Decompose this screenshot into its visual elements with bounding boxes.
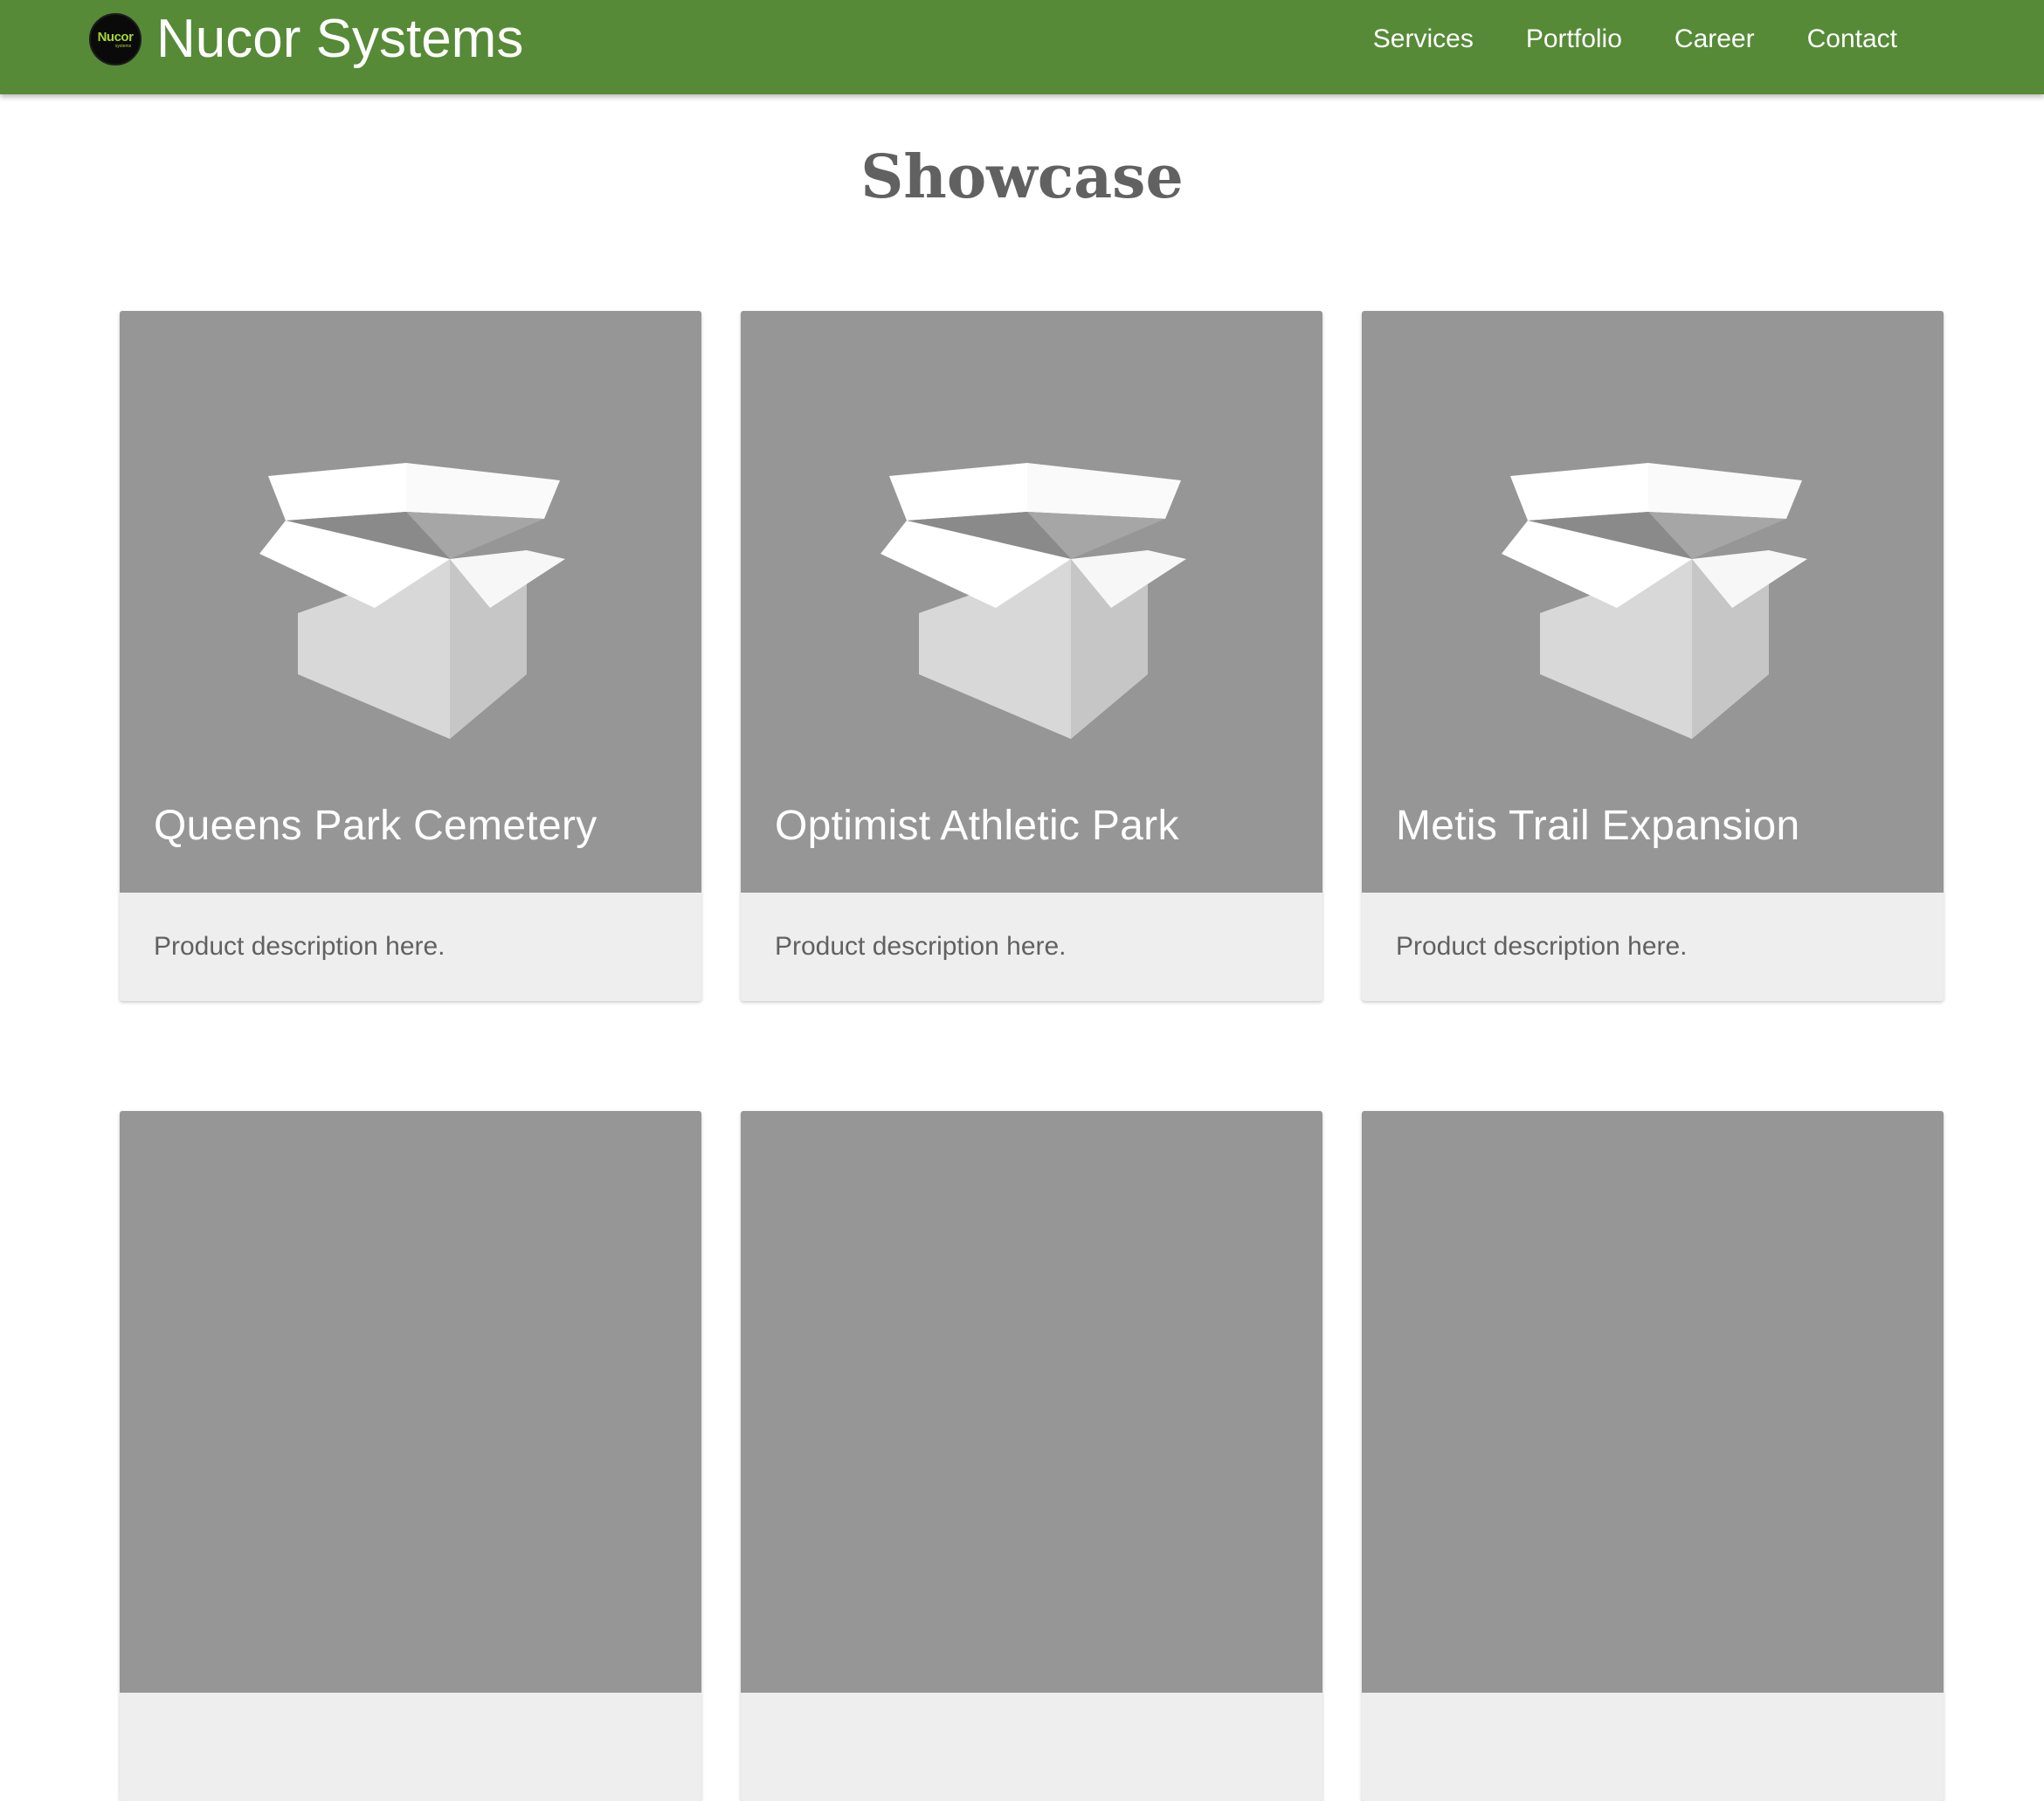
top-navbar: Nucor systems Nucor Systems Services Por… — [0, 0, 2044, 94]
card-media: Metis Trail Expansion — [1362, 311, 1944, 893]
card-title: Optimist Athletic Park — [775, 803, 1179, 849]
open-box-icon — [1502, 463, 1807, 739]
card-media: Queens Park Cemetery — [120, 311, 701, 893]
nav-link-services[interactable]: Services — [1373, 24, 1474, 54]
card-media — [1362, 1111, 1944, 1693]
open-box-icon — [880, 463, 1186, 739]
card-media — [120, 1111, 701, 1693]
showcase-grid: Queens Park Cemetery Product description… — [120, 311, 1944, 1801]
nav-menu: Services Portfolio Career Contact — [1321, 0, 1897, 79]
nav-link-portfolio[interactable]: Portfolio — [1526, 24, 1622, 54]
page-title: Showcase — [860, 142, 1184, 212]
showcase-card-6[interactable] — [1362, 1111, 1944, 1801]
card-description: Product description here. — [1396, 932, 1688, 961]
open-box-icon — [259, 463, 565, 739]
nucor-logo: Nucor systems — [89, 13, 142, 66]
card-media: Optimist Athletic Park — [741, 311, 1322, 893]
brand-name: Nucor Systems — [156, 9, 524, 69]
nav-link-career[interactable]: Career — [1675, 24, 1755, 54]
card-title: Metis Trail Expansion — [1396, 803, 1800, 849]
card-title: Queens Park Cemetery — [154, 803, 597, 849]
showcase-card-2[interactable]: Optimist Athletic Park Product descripti… — [741, 311, 1322, 1001]
showcase-card-5[interactable] — [741, 1111, 1322, 1801]
brand-link[interactable]: Nucor systems Nucor Systems — [89, 0, 523, 79]
card-description: Product description here. — [154, 932, 445, 961]
card-media — [741, 1111, 1322, 1693]
showcase-card-4[interactable] — [120, 1111, 701, 1801]
card-description: Product description here. — [775, 932, 1067, 961]
showcase-card-3[interactable]: Metis Trail Expansion Product descriptio… — [1362, 311, 1944, 1001]
showcase-card-1[interactable]: Queens Park Cemetery Product description… — [120, 311, 701, 1001]
logo-subtext: systems — [114, 43, 132, 49]
nav-link-contact[interactable]: Contact — [1807, 24, 1897, 54]
logo-text: Nucor — [97, 29, 134, 45]
